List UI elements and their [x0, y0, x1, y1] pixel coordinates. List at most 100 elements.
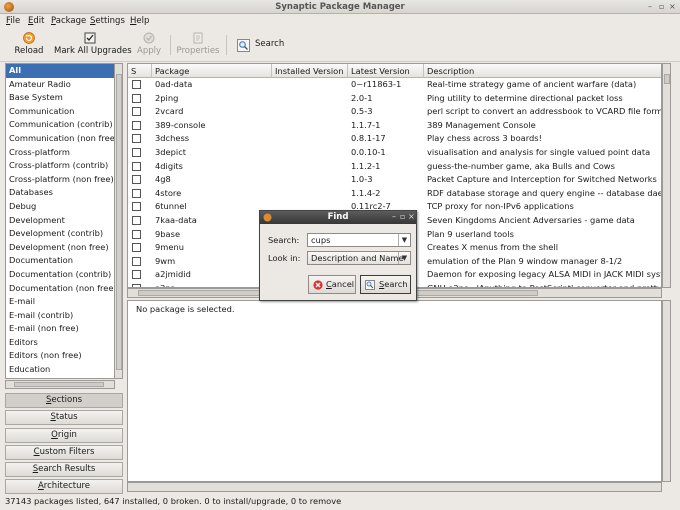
dropdown-arrow-icon[interactable]: ▼ — [398, 234, 410, 246]
scrollbar-thumb[interactable] — [14, 382, 104, 387]
section-item[interactable]: Documentation — [6, 254, 122, 268]
find-close-button[interactable]: × — [408, 212, 415, 221]
section-item[interactable]: Documentation (contrib) — [6, 268, 122, 282]
find-maximize-button[interactable]: ▫ — [400, 212, 405, 221]
table-row[interactable]: 389-console 1.1.7-1 389 Management Console — [128, 119, 661, 133]
search-button[interactable]: Search — [234, 33, 286, 62]
section-list-hscrollbar[interactable] — [5, 380, 115, 389]
section-item[interactable]: Communication — [6, 105, 122, 119]
section-list[interactable]: All Amateur Radio Base System Communicat… — [5, 63, 123, 379]
menu-edit[interactable]: Edit — [28, 16, 44, 26]
section-item[interactable]: Development (non free) — [6, 241, 122, 255]
table-row[interactable]: 4store 1.1.4-2 RDF database storage and qu… — [128, 187, 661, 201]
package-description: 389 Management Console — [427, 119, 536, 130]
menu-file[interactable]: File — [6, 16, 20, 26]
section-item[interactable]: E-mail (contrib) — [6, 309, 122, 323]
scrollbar-thumb[interactable] — [664, 74, 670, 84]
section-item[interactable]: Editors (non free) — [6, 349, 122, 363]
package-description: visualisation and analysis for single va… — [427, 147, 651, 157]
package-checkbox[interactable] — [132, 229, 141, 239]
close-button[interactable]: × — [669, 2, 676, 11]
status-filter-button[interactable]: Status — [5, 410, 123, 425]
package-name: 3depict — [155, 147, 187, 157]
latest-version: 1.1.4-2 — [351, 187, 381, 198]
cancel-button[interactable]: Cancel — [308, 275, 356, 294]
package-checkbox[interactable] — [132, 243, 141, 253]
details-hscrollbar[interactable] — [127, 482, 662, 492]
column-header-package[interactable]: Package — [152, 64, 272, 78]
section-item[interactable]: E-mail (non free) — [6, 322, 122, 336]
table-row[interactable]: 0ad-data 0~r11863-1 Real-time strategy gam… — [128, 78, 661, 92]
column-header-installed-version[interactable]: Installed Version — [272, 64, 348, 78]
table-row[interactable]: 3depict 0.0.10-1 visualisation and analysi… — [128, 146, 661, 160]
package-checkbox[interactable] — [132, 107, 141, 117]
reload-button[interactable]: Reload — [12, 31, 46, 60]
scrollbar-thumb[interactable] — [116, 74, 122, 370]
section-item[interactable]: Cross-platform (contrib) — [6, 159, 122, 173]
toolbar: Reload Mark All Upgrades Apply Propertie… — [0, 29, 680, 62]
package-checkbox[interactable] — [132, 202, 141, 212]
package-checkbox[interactable] — [132, 256, 141, 266]
properties-icon — [193, 32, 203, 44]
section-item[interactable]: All — [6, 64, 122, 78]
package-table-scrollbar[interactable] — [662, 63, 671, 288]
latest-version: 1.1.7-1 — [351, 119, 381, 130]
table-row[interactable]: 4g8 1.0-3 Packet Capture and Interception … — [128, 173, 661, 187]
column-header-latest-version[interactable]: Latest Version — [348, 64, 424, 78]
find-search-input[interactable]: cups ▼ — [307, 233, 411, 247]
section-item[interactable]: E-mail — [6, 295, 122, 309]
package-description: Packet Capture and Interception for Swit… — [427, 174, 657, 185]
architecture-filter-button[interactable]: Architecture — [5, 479, 123, 494]
section-item[interactable]: Communication (non free) — [6, 132, 122, 146]
package-checkbox[interactable] — [132, 188, 141, 198]
section-item[interactable]: Education — [6, 363, 122, 377]
package-checkbox[interactable] — [132, 270, 141, 280]
latest-version: 0.5-3 — [351, 106, 373, 117]
minimize-button[interactable]: – — [648, 2, 652, 11]
package-checkbox[interactable] — [132, 161, 141, 171]
table-row[interactable]: 2ping 2.0-1 Ping utility to determine dire… — [128, 92, 661, 106]
menu-package[interactable]: Package — [51, 16, 86, 26]
section-item[interactable]: Editors — [6, 336, 122, 350]
section-item[interactable]: Cross-platform — [6, 146, 122, 160]
maximize-button[interactable]: ▫ — [659, 2, 664, 11]
mark-all-upgrades-button[interactable]: Mark All Upgrades — [54, 31, 132, 60]
menu-settings[interactable]: Settings — [90, 16, 125, 26]
details-scrollbar[interactable] — [662, 300, 671, 482]
custom-filters-button[interactable]: Custom Filters — [5, 445, 123, 460]
section-list-scrollbar[interactable] — [114, 63, 123, 379]
properties-button[interactable]: Properties — [176, 31, 220, 60]
package-checkbox[interactable] — [132, 80, 141, 89]
package-checkbox[interactable] — [132, 175, 141, 185]
look-in-select[interactable]: Description and Name ▼ — [307, 251, 411, 265]
column-header-description[interactable]: Description — [424, 64, 661, 78]
package-checkbox[interactable] — [132, 216, 141, 225]
table-row[interactable]: 3dchess 0.8.1-17 Play chess across 3 board… — [128, 132, 661, 146]
search-results-button[interactable]: Search Results — [5, 462, 123, 477]
table-row[interactable]: 2vcard 0.5-3 perl script to convert an add… — [128, 105, 661, 119]
search-icon — [237, 39, 250, 52]
section-item[interactable]: Databases — [6, 186, 122, 200]
section-item[interactable]: Base System — [6, 91, 122, 105]
section-item[interactable]: Communication (contrib) — [6, 118, 122, 132]
section-item[interactable]: Development (contrib) — [6, 227, 122, 241]
column-header-status[interactable]: S — [128, 64, 152, 78]
origin-filter-button[interactable]: Origin — [5, 428, 123, 443]
package-checkbox[interactable] — [132, 93, 141, 103]
section-item[interactable]: Development — [6, 214, 122, 228]
section-item[interactable]: Cross-platform (non free) — [6, 173, 122, 187]
properties-label: Properties — [176, 46, 220, 56]
sections-filter-button[interactable]: Sections — [5, 393, 123, 408]
section-item[interactable]: Debug — [6, 200, 122, 214]
package-checkbox[interactable] — [132, 148, 141, 157]
package-checkbox[interactable] — [132, 134, 141, 144]
find-search-button[interactable]: Search — [360, 275, 411, 294]
find-minimize-button[interactable]: – — [392, 212, 396, 221]
section-item[interactable]: Documentation (non free) — [6, 282, 122, 296]
section-item[interactable]: Amateur Radio — [6, 78, 122, 92]
menu-help[interactable]: Help — [130, 16, 149, 26]
apply-button[interactable]: Apply — [136, 31, 162, 60]
package-checkbox[interactable] — [132, 120, 141, 130]
table-row[interactable]: 4digits 1.1.2-1 guess-the-number game, aka… — [128, 160, 661, 174]
package-name: a2jmidid — [155, 269, 191, 280]
